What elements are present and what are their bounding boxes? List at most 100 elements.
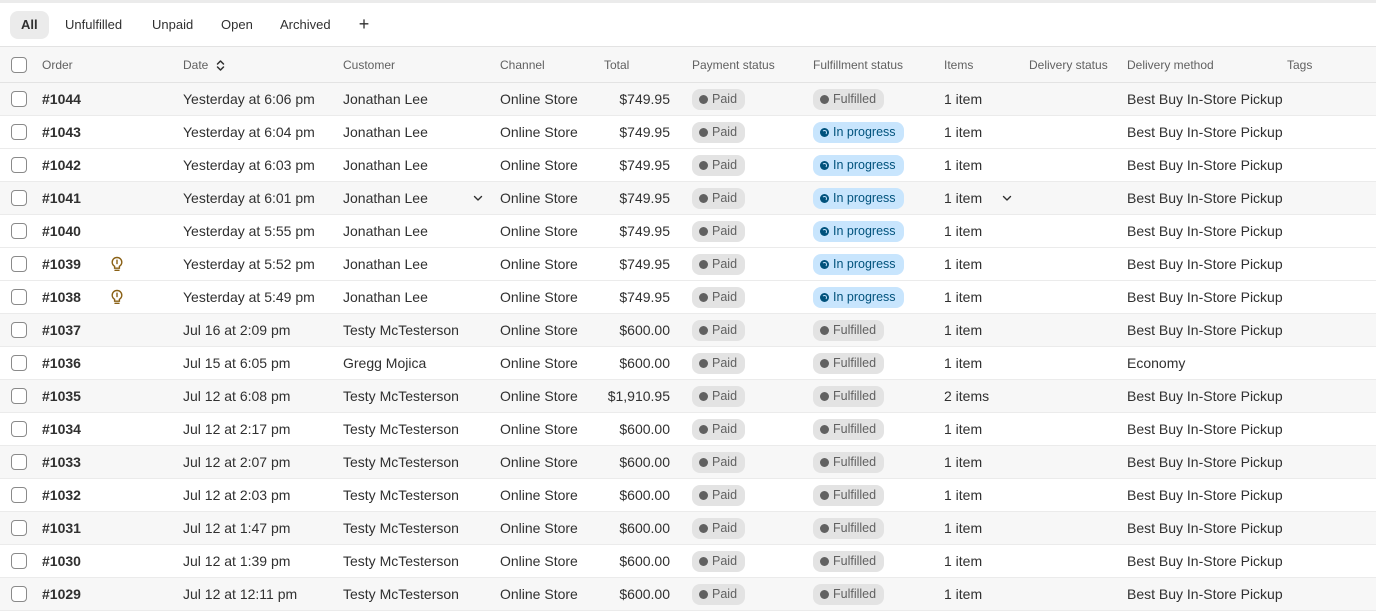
order-note-icon[interactable] (110, 256, 124, 272)
table-row[interactable]: #1034 Jul 12 at 2:17 pm Testy McTesterson O… (0, 413, 1376, 446)
order-items[interactable]: 2 items (944, 380, 989, 412)
order-number[interactable]: #1037 (42, 314, 81, 346)
order-customer[interactable]: Gregg Mojica (343, 347, 426, 379)
table-row[interactable]: #1029 Jul 12 at 12:11 pm Testy McTesterson… (0, 578, 1376, 611)
order-number[interactable]: #1030 (42, 545, 81, 577)
order-items[interactable]: 1 item (944, 281, 982, 313)
table-row[interactable]: #1031 Jul 12 at 1:47 pm Testy McTesterson O… (0, 512, 1376, 545)
row-select-checkbox[interactable] (11, 322, 27, 338)
order-note-icon[interactable] (110, 289, 124, 305)
table-row[interactable]: #1036 Jul 15 at 6:05 pm Gregg Mojica Online… (0, 347, 1376, 380)
row-select-checkbox[interactable] (11, 91, 27, 107)
order-items[interactable]: 1 item (944, 347, 982, 379)
customer-chevron-down-icon[interactable] (473, 193, 483, 203)
order-number[interactable]: #1033 (42, 446, 81, 478)
order-customer[interactable]: Jonathan Lee (343, 281, 428, 313)
fulfillment-status-label: Fulfilled (833, 455, 877, 469)
order-items[interactable]: 1 item (944, 116, 982, 148)
order-number[interactable]: #1041 (42, 182, 81, 214)
table-row[interactable]: #1044 Yesterday at 6:06 pm Jonathan Lee Onl… (0, 83, 1376, 116)
row-select-checkbox[interactable] (11, 520, 27, 536)
table-row[interactable]: #1041 Yesterday at 6:01 pm Jonathan Lee Onl… (0, 182, 1376, 215)
order-items[interactable]: 1 item (944, 215, 982, 247)
row-select-checkbox[interactable] (11, 586, 27, 602)
tab-unpaid[interactable]: Unpaid (141, 11, 204, 39)
row-select-checkbox[interactable] (11, 355, 27, 371)
order-items[interactable]: 1 item (944, 512, 982, 544)
order-number[interactable]: #1036 (42, 347, 81, 379)
order-items[interactable]: 1 item (944, 479, 982, 511)
order-channel: Online Store (500, 223, 578, 239)
table-row[interactable]: #1042 Yesterday at 6:03 pm Jonathan Lee Onl… (0, 149, 1376, 182)
table-row[interactable]: #1043 Yesterday at 6:04 pm Jonathan Lee Onl… (0, 116, 1376, 149)
row-select-checkbox[interactable] (11, 256, 27, 272)
fulfillment-status-label: In progress (833, 257, 896, 271)
sort-icon[interactable] (216, 59, 225, 72)
order-date: Yesterday at 5:49 pm (183, 289, 315, 305)
status-dot-icon (699, 359, 708, 368)
table-row[interactable]: #1038 Yesterday at 5:49 pm Jonathan Lee Onl… (0, 281, 1376, 314)
table-row[interactable]: #1033 Jul 12 at 2:07 pm Testy McTesterson O… (0, 446, 1376, 479)
order-items[interactable]: 1 item (944, 314, 982, 346)
order-number[interactable]: #1034 (42, 413, 81, 445)
order-customer[interactable]: Testy McTesterson (343, 545, 459, 577)
order-customer[interactable]: Testy McTesterson (343, 380, 459, 412)
order-items[interactable]: 1 item (944, 446, 982, 478)
row-select-checkbox[interactable] (11, 289, 27, 305)
order-customer[interactable]: Testy McTesterson (343, 446, 459, 478)
order-customer[interactable]: Testy McTesterson (343, 578, 459, 610)
order-customer[interactable]: Testy McTesterson (343, 314, 459, 346)
tab-unfulfilled[interactable]: Unfulfilled (54, 11, 133, 39)
row-select-checkbox[interactable] (11, 124, 27, 140)
tab-archived[interactable]: Archived (269, 11, 342, 39)
tab-open[interactable]: Open (210, 11, 264, 39)
row-select-checkbox[interactable] (11, 223, 27, 239)
order-total: $600.00 (619, 322, 670, 338)
order-number[interactable]: #1038 (42, 281, 81, 313)
table-row[interactable]: #1039 Yesterday at 5:52 pm Jonathan Lee Onl… (0, 248, 1376, 281)
status-dot-icon (820, 524, 829, 533)
order-customer[interactable]: Jonathan Lee (343, 248, 428, 280)
row-select-checkbox[interactable] (11, 487, 27, 503)
row-select-checkbox[interactable] (11, 454, 27, 470)
row-select-checkbox[interactable] (11, 421, 27, 437)
order-number[interactable]: #1042 (42, 149, 81, 181)
table-row[interactable]: #1030 Jul 12 at 1:39 pm Testy McTesterson O… (0, 545, 1376, 578)
row-select-checkbox[interactable] (11, 553, 27, 569)
add-view-button[interactable]: + (352, 11, 376, 39)
order-customer[interactable]: Jonathan Lee (343, 149, 428, 181)
order-items[interactable]: 1 item (944, 182, 982, 214)
order-items[interactable]: 1 item (944, 248, 982, 280)
order-number[interactable]: #1032 (42, 479, 81, 511)
order-customer[interactable]: Testy McTesterson (343, 413, 459, 445)
order-customer[interactable]: Testy McTesterson (343, 479, 459, 511)
order-number[interactable]: #1044 (42, 83, 81, 115)
order-items[interactable]: 1 item (944, 578, 982, 610)
order-number[interactable]: #1035 (42, 380, 81, 412)
table-row[interactable]: #1032 Jul 12 at 2:03 pm Testy McTesterson O… (0, 479, 1376, 512)
table-row[interactable]: #1035 Jul 12 at 6:08 pm Testy McTesterson O… (0, 380, 1376, 413)
order-number[interactable]: #1039 (42, 248, 81, 280)
table-row[interactable]: #1040 Yesterday at 5:55 pm Jonathan Lee Onl… (0, 215, 1376, 248)
order-customer[interactable]: Testy McTesterson (343, 512, 459, 544)
row-select-checkbox[interactable] (11, 157, 27, 173)
row-select-checkbox[interactable] (11, 388, 27, 404)
items-chevron-down-icon[interactable] (1002, 193, 1012, 203)
order-number[interactable]: #1043 (42, 116, 81, 148)
order-customer[interactable]: Jonathan Lee (343, 182, 428, 214)
order-number[interactable]: #1031 (42, 512, 81, 544)
select-all-checkbox[interactable] (11, 57, 27, 73)
column-header-date[interactable]: Date (183, 47, 225, 83)
tab-all[interactable]: All (10, 11, 49, 39)
order-items[interactable]: 1 item (944, 413, 982, 445)
order-number[interactable]: #1040 (42, 215, 81, 247)
table-row[interactable]: #1037 Jul 16 at 2:09 pm Testy McTesterson O… (0, 314, 1376, 347)
order-items[interactable]: 1 item (944, 149, 982, 181)
row-select-checkbox[interactable] (11, 190, 27, 206)
order-customer[interactable]: Jonathan Lee (343, 215, 428, 247)
order-items[interactable]: 1 item (944, 545, 982, 577)
order-customer[interactable]: Jonathan Lee (343, 116, 428, 148)
order-customer[interactable]: Jonathan Lee (343, 83, 428, 115)
order-items[interactable]: 1 item (944, 83, 982, 115)
order-number[interactable]: #1029 (42, 578, 81, 610)
